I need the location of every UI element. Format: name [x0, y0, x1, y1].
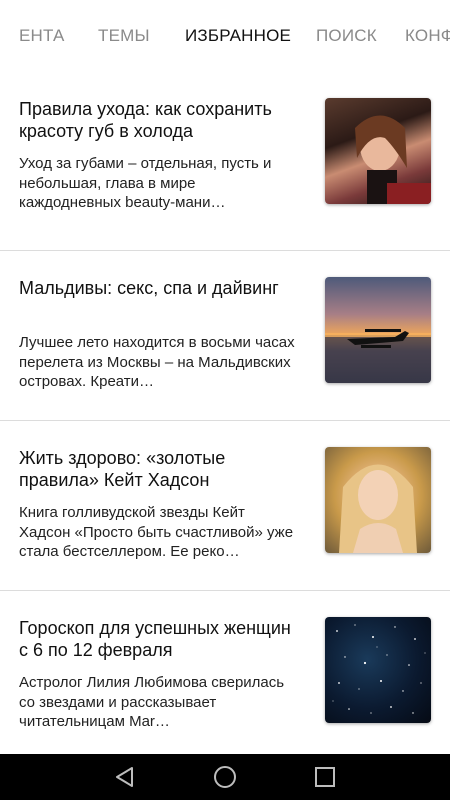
- article-title[interactable]: Правила ухода: как сохранить красоту губ…: [19, 98, 304, 142]
- article-title[interactable]: Мальдивы: секс, спа и дайвинг: [19, 277, 304, 299]
- article-item[interactable]: Гороскоп для успешных женщин с 6 по 12 ф…: [0, 591, 450, 761]
- article-item[interactable]: Жить здорово: «золотые правила» Кейт Хад…: [0, 421, 450, 591]
- tab-bar: ЕНТА ТЕМЫ ИЗБРАННОЕ ПОИСК КОНФ: [0, 0, 450, 72]
- tab-contests[interactable]: КОНФ: [405, 26, 450, 46]
- woman-portrait-image[interactable]: [325, 98, 431, 204]
- system-navigation-bar: [0, 754, 450, 800]
- article-snippet: Книга голливудской звезды Кейт Хадсон «П…: [19, 504, 294, 560]
- article-item[interactable]: Мальдивы: секс, спа и дайвинг Лучшее лет…: [0, 251, 450, 421]
- starry-sky-image[interactable]: [325, 617, 431, 723]
- tab-topics[interactable]: ТЕМЫ: [98, 26, 150, 46]
- article-list: Правила ухода: как сохранить красоту губ…: [0, 72, 450, 761]
- article-snippet: Уход за губами – отдельная, пусть и небо…: [19, 155, 272, 211]
- back-triangle-icon[interactable]: [113, 765, 137, 789]
- article-title[interactable]: Гороскоп для успешных женщин с 6 по 12 ф…: [19, 617, 304, 661]
- article-snippet: Астролог Лилия Любимова сверилась со зве…: [19, 674, 285, 730]
- article-snippet: Лучшее лето находится в восьми часах пер…: [19, 334, 295, 390]
- seaplane-sunset-image[interactable]: [325, 277, 431, 383]
- blonde-woman-portrait-image[interactable]: [325, 447, 431, 553]
- tab-search[interactable]: ПОИСК: [316, 26, 377, 46]
- article-item[interactable]: Правила ухода: как сохранить красоту губ…: [0, 72, 450, 251]
- tab-feed[interactable]: ЕНТА: [19, 26, 65, 46]
- recent-apps-square-icon[interactable]: [313, 765, 337, 789]
- tab-favorites[interactable]: ИЗБРАННОЕ: [185, 26, 291, 46]
- home-circle-icon[interactable]: [213, 765, 237, 789]
- article-title[interactable]: Жить здорово: «золотые правила» Кейт Хад…: [19, 447, 304, 491]
